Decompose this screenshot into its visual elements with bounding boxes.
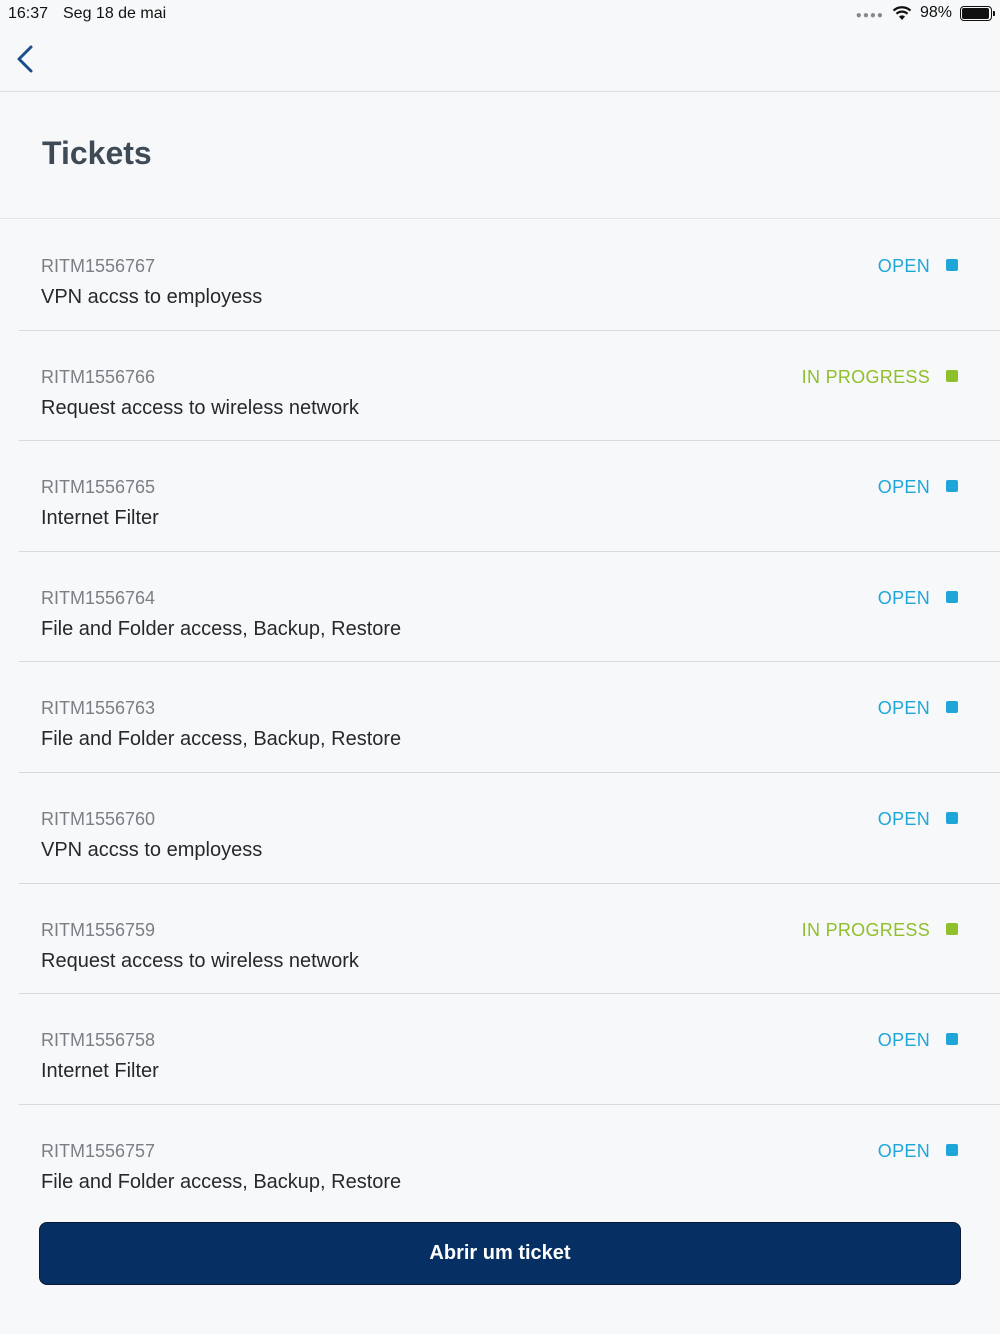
ticket-id: RITM1556765 — [41, 477, 156, 498]
navigation-bar — [0, 30, 1000, 92]
ticket-row[interactable]: RITM1556759 Request access to wireless ne… — [19, 884, 1000, 995]
status-date: Seg 18 de mai — [63, 5, 167, 22]
ticket-id: RITM1556763 — [41, 698, 156, 719]
ticket-list: RITM1556767 VPN accss to employess OPEN RIT… — [0, 220, 1000, 1215]
ticket-title: Internet Filter — [41, 1060, 159, 1083]
ticket-row[interactable]: RITM1556766 Request access to wireless ne… — [19, 331, 1000, 442]
status-indicator-icon — [946, 259, 958, 271]
status-indicator-icon — [946, 811, 958, 824]
ticket-row[interactable]: RITM1556757 File and Folder access, Backu… — [19, 1105, 1000, 1216]
ticket-status-label: OPEN — [877, 808, 930, 829]
ticket-id: RITM1556760 — [41, 808, 156, 829]
open-ticket-button[interactable]: Abrir um ticket — [39, 1222, 961, 1285]
ticket-title: File and Folder access, Backup, Restore — [41, 617, 402, 640]
status-indicators: ●●●● 98% — [855, 4, 995, 22]
ticket-title: Request access to wireless network — [41, 949, 359, 972]
status-indicator-icon — [946, 1033, 958, 1046]
ticket-id: RITM1556766 — [41, 366, 156, 387]
ticket-id: RITM1556759 — [41, 919, 156, 940]
ticket-id: RITM1556767 — [41, 256, 156, 276]
ticket-id: RITM1556764 — [41, 587, 156, 608]
battery-percent: 98% — [919, 4, 952, 21]
status-indicator-icon — [946, 369, 958, 382]
ticket-title: File and Folder access, Backup, Restore — [41, 1170, 402, 1193]
status-bar: 16:37 Seg 18 de mai ●●●● 98% — [0, 0, 1000, 30]
ticket-status-label: IN PROGRESS — [801, 366, 930, 387]
ticket-status-label: OPEN — [877, 1140, 930, 1161]
ticket-title: VPN accss to employess — [41, 286, 263, 308]
ticket-id: RITM1556757 — [41, 1140, 156, 1161]
status-indicator-icon — [946, 1143, 958, 1156]
ticket-row[interactable]: RITM1556760 VPN accss to employess OPEN — [19, 773, 1000, 884]
ticket-row[interactable]: RITM1556763 File and Folder access, Backu… — [19, 662, 1000, 773]
battery-icon — [960, 5, 995, 21]
ticket-status-label: OPEN — [877, 1030, 930, 1051]
status-indicator-icon — [946, 701, 958, 714]
ticket-row[interactable]: RITM1556764 File and Folder access, Backu… — [19, 552, 1000, 663]
page-header: Tickets — [0, 93, 1000, 219]
signal-icon: ●●●● — [855, 9, 884, 21]
ticket-row[interactable]: RITM1556758 Internet Filter OPEN — [19, 994, 1000, 1105]
back-button[interactable] — [10, 42, 46, 78]
ticket-row[interactable]: RITM1556765 Internet Filter OPEN — [19, 441, 1000, 552]
ticket-status-label: OPEN — [877, 587, 930, 608]
ticket-status-label: OPEN — [877, 698, 930, 719]
status-indicator-icon — [946, 922, 958, 935]
ticket-title: Request access to wireless network — [41, 396, 359, 419]
status-indicator-icon — [946, 590, 958, 603]
ticket-title: VPN accss to employess — [41, 838, 263, 861]
ticket-status-label: OPEN — [877, 256, 930, 276]
ticket-status-label: IN PROGRESS — [801, 919, 930, 940]
ticket-title: Internet Filter — [41, 507, 159, 530]
status-time: 16:37 — [8, 5, 49, 22]
status-indicator-icon — [946, 480, 958, 493]
ticket-status-label: OPEN — [877, 477, 930, 498]
ticket-row[interactable]: RITM1556767 VPN accss to employess OPEN — [19, 220, 1000, 331]
chevron-left-icon — [17, 45, 33, 73]
ticket-id: RITM1556758 — [41, 1030, 156, 1051]
ticket-title: File and Folder access, Backup, Restore — [41, 728, 402, 751]
battery-fill — [962, 7, 990, 19]
page-title: Tickets — [42, 135, 152, 171]
wifi-icon — [892, 6, 912, 20]
